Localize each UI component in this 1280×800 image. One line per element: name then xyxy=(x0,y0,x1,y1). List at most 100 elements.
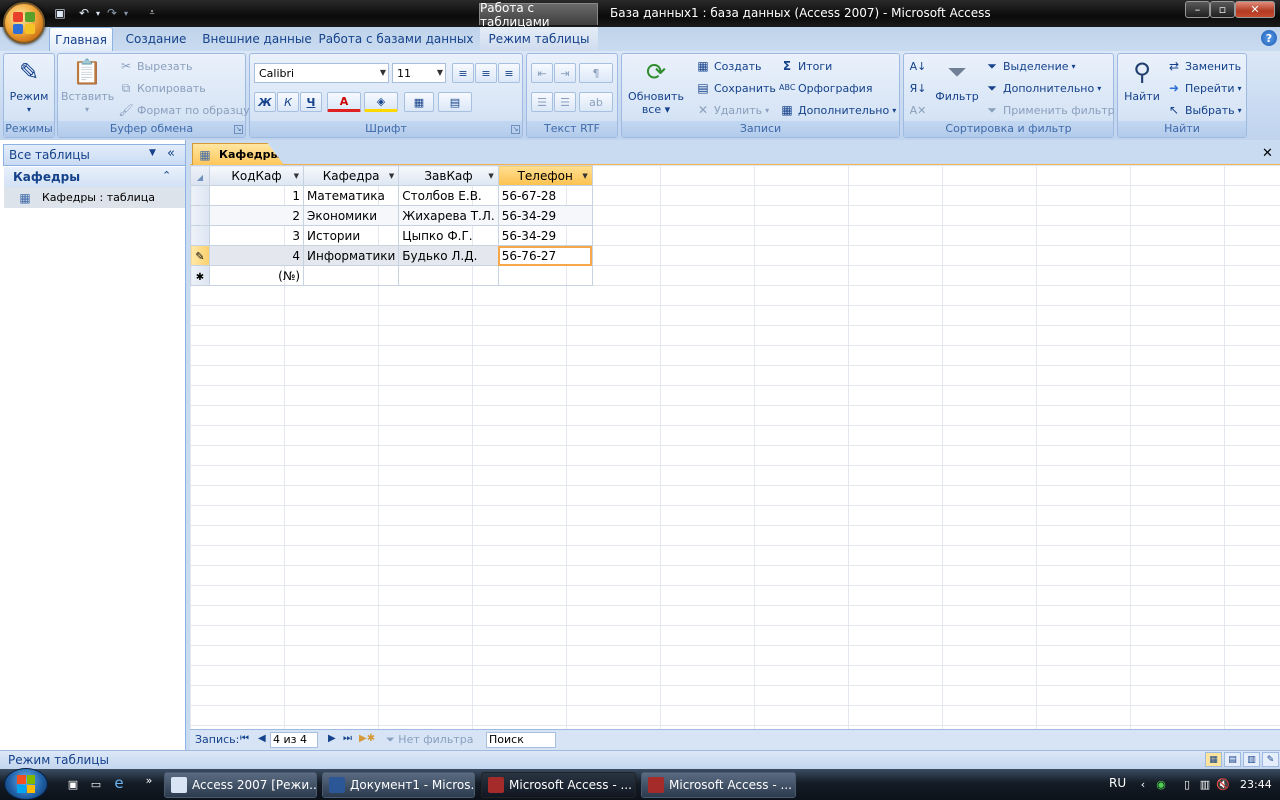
tray-expand-icon[interactable]: ‹ xyxy=(1136,778,1150,792)
office-button[interactable] xyxy=(3,2,45,44)
column-header-kodkaf[interactable]: КодКаф ▼ xyxy=(209,165,304,186)
clear-sort-button[interactable]: A✕ xyxy=(907,100,929,120)
cell-telefon-new[interactable] xyxy=(497,265,593,286)
collapse-pane-icon[interactable]: « xyxy=(167,146,175,161)
refresh-all-button[interactable]: ⟳ Обновить все ▾ xyxy=(625,56,687,117)
datasheet-view-icon[interactable]: ▦ xyxy=(1205,752,1222,767)
nav-item-table-kafedry[interactable]: ▦ Кафедры : таблица xyxy=(4,187,185,208)
cell-kafedra-new[interactable] xyxy=(302,265,400,286)
delete-record-button[interactable]: ✕ Удалить ▾ xyxy=(695,102,769,118)
column-dropdown-icon[interactable]: ▼ xyxy=(488,172,493,180)
help-icon[interactable]: ? xyxy=(1261,30,1277,46)
select-button[interactable]: ↖ Выбрать ▾ xyxy=(1166,102,1242,118)
nav-group-header[interactable]: Кафедры ⌃ xyxy=(4,167,185,187)
align-right-button[interactable]: ≡ xyxy=(498,63,520,83)
clipboard-dialog-launcher-icon[interactable]: ↘ xyxy=(234,125,243,134)
column-header-telefon[interactable]: Телефон ▼ xyxy=(497,165,593,186)
cell-kafedra[interactable]: Информатики xyxy=(302,245,400,266)
last-record-icon[interactable]: ⏭ xyxy=(343,733,352,744)
view-button[interactable]: ✎ Режим ▾ xyxy=(7,56,51,116)
cell-kodkaf[interactable]: 1 xyxy=(209,185,304,206)
bold-button[interactable]: Ж xyxy=(254,92,276,112)
row-selector[interactable] xyxy=(190,205,210,226)
row-selector[interactable] xyxy=(190,225,210,246)
column-header-kafedra[interactable]: Кафедра ▼ xyxy=(302,165,400,186)
toggle-filter-button[interactable]: ⏷ Применить фильтр xyxy=(984,102,1114,118)
pivot-table-view-icon[interactable]: ▤ xyxy=(1224,752,1241,767)
bullets-button[interactable]: ☰ xyxy=(554,92,576,112)
tray-network-icon[interactable]: ▥ xyxy=(1198,778,1212,792)
copy-button[interactable]: ⧉ Копировать xyxy=(118,80,206,96)
tray-device-icon[interactable]: ▯ xyxy=(1180,778,1194,792)
taskbar-item-access-2007[interactable]: Access 2007 [Режи... xyxy=(164,772,317,798)
new-record-button[interactable]: ▦ Создать xyxy=(695,58,761,74)
next-record-icon[interactable]: ▶ xyxy=(328,733,336,744)
font-family-combo[interactable]: Calibri ▼ xyxy=(254,63,389,83)
format-painter-button[interactable]: 🖌 Формат по образцу xyxy=(118,102,249,118)
numbering-button[interactable]: ☰ xyxy=(531,92,553,112)
maximize-button[interactable]: ▫ xyxy=(1210,1,1235,18)
column-dropdown-icon[interactable]: ▼ xyxy=(582,172,587,180)
new-record-nav-icon[interactable]: ▶✱ xyxy=(359,733,375,744)
cell-kodkaf-new[interactable]: (№) xyxy=(209,265,304,286)
taskbar-item-word[interactable]: Документ1 - Micros... xyxy=(322,772,475,798)
more-records-button[interactable]: ▦ Дополнительно ▾ xyxy=(779,102,896,118)
language-indicator[interactable]: RU xyxy=(1109,776,1126,790)
close-window-button[interactable]: ✕ xyxy=(1235,1,1275,18)
first-record-icon[interactable]: ⏮ xyxy=(240,733,249,744)
cell-telefon[interactable]: 56-34-29 xyxy=(497,225,593,246)
taskbar-overflow-icon[interactable]: » xyxy=(142,774,156,788)
save-record-button[interactable]: ▤ Сохранить xyxy=(695,80,776,96)
taskbar-item-access-2[interactable]: Microsoft Access - ... xyxy=(641,772,796,798)
advanced-filter-button[interactable]: ⏷ Дополнительно ▾ xyxy=(984,80,1101,96)
filter-status-button[interactable]: ⏷ Нет фильтра xyxy=(386,733,473,747)
paragraph-direction-button[interactable]: ¶ xyxy=(579,63,613,83)
switch-windows-icon[interactable]: ▣ xyxy=(66,778,80,792)
paste-button[interactable]: 📋 Вставить ▾ xyxy=(61,56,114,116)
cell-kafedra[interactable]: Математика xyxy=(302,185,400,206)
cell-telefon[interactable]: 56-67-28 xyxy=(497,185,593,206)
cell-zavkaf[interactable]: Столбов Е.В. xyxy=(398,185,499,206)
customize-quick-access-icon[interactable]: ⩡ xyxy=(144,5,160,21)
selection-filter-button[interactable]: ⏷ Выделение ▾ xyxy=(984,58,1075,74)
increase-indent-button[interactable]: ⇥ xyxy=(554,63,576,83)
tab-create[interactable]: Создание xyxy=(122,27,190,51)
cell-zavkaf[interactable]: Жихарева Т.Л. xyxy=(398,205,499,226)
cell-kodkaf[interactable]: 4 xyxy=(209,245,304,266)
cell-kodkaf[interactable]: 2 xyxy=(209,205,304,226)
internet-explorer-icon[interactable]: e xyxy=(112,776,126,791)
row-selector-editing[interactable]: ✎ xyxy=(190,245,210,266)
clock[interactable]: 23:44 xyxy=(1240,778,1272,791)
start-button[interactable] xyxy=(4,768,48,800)
taskbar-item-access-active[interactable]: Microsoft Access - ... xyxy=(481,772,636,798)
save-icon[interactable]: ▣ xyxy=(52,5,68,21)
filter-button[interactable]: ⏷ Фильтр xyxy=(934,56,980,104)
tab-datasheet[interactable]: Режим таблицы xyxy=(480,27,598,51)
search-input[interactable]: Поиск xyxy=(486,732,556,748)
cell-zavkaf[interactable]: Цыпко Ф.Г. xyxy=(398,225,499,246)
tab-database-tools[interactable]: Работа с базами данных xyxy=(319,27,474,51)
cell-zavkaf-new[interactable] xyxy=(398,265,499,286)
collapse-group-icon[interactable]: ⌃ xyxy=(162,169,171,182)
cell-kafedra[interactable]: Экономики xyxy=(302,205,400,226)
close-document-icon[interactable]: ✕ xyxy=(1262,146,1274,161)
highlight-button[interactable]: ab xyxy=(579,92,613,112)
column-dropdown-icon[interactable]: ▼ xyxy=(294,172,299,180)
pivot-chart-view-icon[interactable]: ▥ xyxy=(1243,752,1260,767)
cell-kafedra[interactable]: Истории xyxy=(302,225,400,246)
tray-volume-muted-icon[interactable]: 🔇 xyxy=(1216,778,1230,792)
alternate-fill-button[interactable]: ▤ xyxy=(438,92,472,112)
previous-record-icon[interactable]: ◀ xyxy=(258,733,266,744)
cell-kodkaf[interactable]: 3 xyxy=(209,225,304,246)
goto-button[interactable]: ➜ Перейти ▾ xyxy=(1166,80,1242,96)
design-view-icon[interactable]: ✎ xyxy=(1262,752,1279,767)
tab-external-data[interactable]: Внешние данные xyxy=(202,27,311,51)
spelling-button[interactable]: ABC Орфография xyxy=(779,80,872,96)
row-selector-new[interactable]: ✱ xyxy=(190,265,210,286)
cut-button[interactable]: ✂ Вырезать xyxy=(118,58,193,74)
record-position-input[interactable]: 4 из 4 xyxy=(270,732,318,748)
redo-dropdown-icon[interactable]: ▾ xyxy=(118,5,134,21)
underline-button[interactable]: Ч xyxy=(300,92,322,112)
tray-security-icon[interactable]: ◉ xyxy=(1154,778,1168,792)
gridlines-button[interactable]: ▦ xyxy=(404,92,434,112)
